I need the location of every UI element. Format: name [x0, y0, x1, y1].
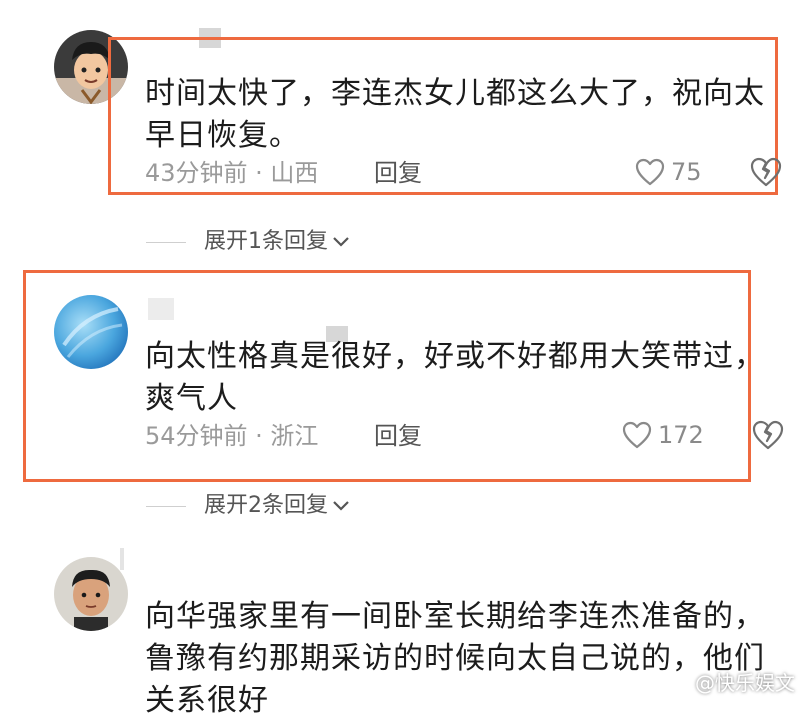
heart-outline-icon [635, 158, 665, 186]
watermark: @快乐娱文 [695, 671, 795, 695]
dislike-button-1[interactable] [750, 157, 782, 187]
like-count-1: 75 [671, 158, 702, 186]
time-location-1: 43分钟前 · 山西 [145, 159, 319, 187]
comment-line: 时间太快了，李连杰女儿都这么大了，祝向太 [145, 76, 765, 111]
expand-label: 展开1条回复 [204, 229, 328, 254]
dislike-button-2[interactable] [752, 420, 784, 450]
comment-line: 早日恢复。 [145, 118, 300, 153]
comment-text-3: 向华强家里有一间卧室长期给李连杰准备的， 鲁豫有约那期采访的时候向太自己说的，他… [145, 596, 765, 722]
commenter-avatar-3[interactable] [54, 557, 128, 631]
time-location-2: 54分钟前 · 浙江 [145, 422, 319, 450]
like-count-2: 172 [658, 421, 704, 449]
reply-button-1[interactable]: 回复 [374, 158, 422, 188]
comment-text-2: 向太性格真是很好，好或不好都用大笑带过， 爽气人 [145, 336, 765, 420]
comment-line: 向华强家里有一间卧室长期给李连杰准备的， [145, 599, 765, 634]
chevron-down-icon [332, 227, 350, 257]
comment-line: 关系很好 [145, 683, 269, 718]
comment-text-1: 时间太快了，李连杰女儿都这么大了，祝向太 早日恢复。 [145, 73, 765, 157]
avatar-photo-child [54, 557, 128, 631]
comment-line: 向太性格真是很好，好或不好都用大笑带过， [145, 339, 765, 374]
heart-outline-icon [622, 421, 652, 449]
reply-button-2[interactable]: 回复 [374, 421, 422, 451]
like-button-1[interactable]: 75 [635, 157, 702, 187]
divider-line [146, 505, 186, 507]
username-redacted-4 [120, 548, 124, 570]
comment-line: 鲁豫有约那期采访的时候向太自己说的，他们 [145, 641, 765, 676]
broken-heart-icon [750, 157, 782, 187]
like-button-2[interactable]: 172 [622, 420, 704, 450]
expand-replies-1[interactable]: 展开1条回复 [146, 227, 350, 257]
chevron-down-icon [332, 491, 350, 521]
expand-label: 展开2条回复 [204, 493, 328, 518]
comment-line: 爽气人 [145, 381, 238, 416]
broken-heart-icon [752, 420, 784, 450]
divider-line [146, 241, 186, 243]
expand-replies-2[interactable]: 展开2条回复 [146, 491, 350, 521]
